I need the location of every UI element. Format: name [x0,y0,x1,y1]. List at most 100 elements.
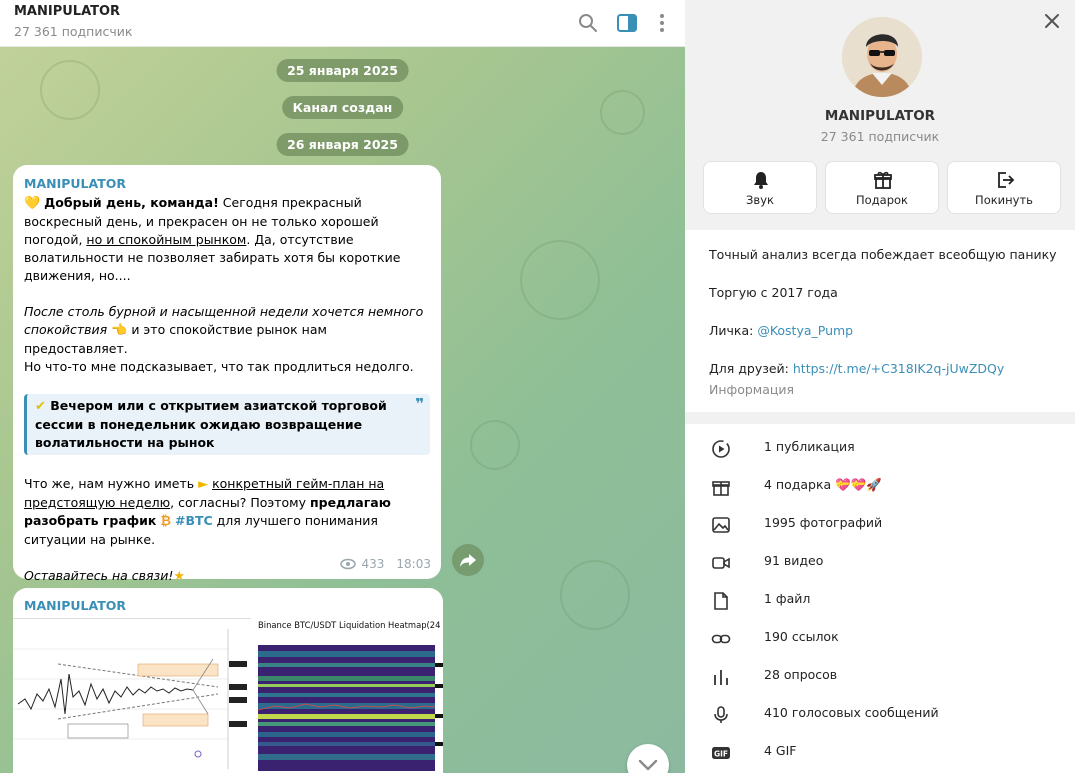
post-underlined-text: но и спокойным рынком [86,232,247,247]
pointing-hand-icon: 👈 [111,323,128,338]
gift-icon [712,481,730,496]
close-icon[interactable] [1043,12,1061,30]
gift-hearts-icon: 💝💝 [835,477,867,492]
leave-button[interactable]: Покинуть [947,161,1061,214]
more-menu-icon[interactable] [650,11,674,35]
post-italic-text: Оставайтесь на связи! [24,568,174,583]
stat-gifts[interactable]: 4 подарка 💝💝🚀 [685,467,1075,505]
about-section: Точный анализ всегда побеждает всеобщую … [685,230,1075,412]
stat-gifs[interactable]: GIF 4 GIF [685,733,1075,771]
stat-label: 190 ссылок [764,629,839,644]
chat-title[interactable]: MANIPULATOR [14,4,120,19]
stat-label: 4 GIF [764,743,797,758]
views-eye-icon [339,558,356,570]
channel-post[interactable]: MANIPULATOR 💛 Добрый день, команда! Сего… [13,165,441,608]
hashtag-link[interactable]: #BTC [175,513,213,528]
arrow-right-icon: ► [198,477,209,492]
stat-publications[interactable]: 1 публикация [685,429,1075,467]
background-doodle [520,240,600,320]
about-caption: Информация [709,382,795,397]
post-text: , согласны? Поэтому [170,495,310,510]
checkmark-icon: ✔ [35,399,46,414]
channel-post-with-images[interactable]: MANIPULATOR Binance BTC/USDT Liquidation… [13,588,443,773]
leave-button-label: Покинуть [975,193,1033,207]
stat-label: 1 публикация [764,439,855,454]
channel-info-pane: MANIPULATOR 27 361 подписчик Звук Подаро… [685,0,1075,773]
about-contact: Личка: @Kostya_Pump [709,323,853,338]
post-time: 18:03 [396,557,431,571]
chevron-down-icon [638,759,658,771]
stat-label: 410 голосовых сообщений [764,705,939,720]
mic-icon [714,706,728,723]
views-count: 433 [361,557,385,571]
video-icon [712,557,730,569]
post-paragraph: После столь бурной и насыщенной недели х… [24,303,430,376]
background-doodle [40,60,100,120]
rocket-icon: 🚀 [866,477,882,492]
forward-button[interactable] [452,544,484,576]
gift-icon [874,171,892,189]
post-quote: ✔ Вечером или с открытием азиатской торг… [24,394,430,455]
publication-icon [712,440,730,458]
contact-link[interactable]: @Kostya_Pump [757,323,853,338]
stat-files[interactable]: 1 файл [685,581,1075,619]
stat-label: 91 видео [764,553,824,568]
price-chart-thumbnail [13,619,251,773]
file-icon [714,592,728,610]
stat-videos[interactable]: 91 видео [685,543,1075,581]
stat-links[interactable]: 190 ссылок [685,619,1075,657]
background-doodle [560,560,630,630]
avatar[interactable] [842,17,922,97]
stat-label: 4 подарка 💝💝🚀 [764,477,882,493]
contact-label: Личка: [709,323,758,338]
quote-mark-icon: ❞ [415,395,424,413]
sidebar-toggle-icon[interactable] [615,11,639,35]
post-text: Но что-то мне подсказывает, что так прод… [24,359,414,374]
post-paragraph: Что же, нам нужно иметь ► конкретный гей… [24,475,430,549]
stat-label: 1 файл [764,591,811,606]
poll-icon [714,670,728,685]
chat-header: MANIPULATOR 27 361 подписчик [0,0,685,47]
channel-subscribers: 27 361 подписчик [820,129,940,144]
link-icon [711,634,731,644]
scroll-down-button[interactable] [627,744,669,773]
avatar-illustration [842,17,922,97]
gift-button-label: Подарок [856,193,908,207]
invite-link[interactable]: https://t.me/+C318IK2q-jUwZDQy [793,361,1004,376]
btc-price-chart-image[interactable] [13,618,251,773]
forward-arrow-icon [460,554,476,567]
search-icon[interactable] [576,11,600,35]
bell-icon [754,172,768,189]
post-paragraph: 💛 Добрый день, команда! Сегодня прекрасн… [24,194,430,285]
star-icon: ★ [173,569,185,584]
post-author[interactable]: MANIPULATOR [24,598,126,613]
stat-label-text: 4 подарка [764,477,832,492]
sound-button-label: Звук [746,193,774,207]
yellow-heart-icon: 💛 [24,196,41,211]
post-text: Что же, нам нужно иметь [24,476,199,491]
stat-polls[interactable]: 28 опросов [685,657,1075,695]
service-message: Канал создан [281,96,404,119]
stat-label: 28 опросов [764,667,838,682]
channel-name: MANIPULATOR [824,108,936,124]
post-meta: 433 18:03 [339,555,431,573]
about-friends: Для друзей: https://t.me/+C318IK2q-jUwZD… [709,361,1004,376]
stat-photos[interactable]: 1995 фотографий [685,505,1075,543]
svg-text:GIF: GIF [714,750,728,759]
background-doodle [470,420,520,470]
stat-voice[interactable]: 410 голосовых сообщений [685,695,1075,733]
media-stats-list: 1 публикация 4 подарка 💝💝🚀 1995 фотограф… [685,424,1075,773]
gift-button[interactable]: Подарок [825,161,939,214]
about-since: Торгую с 2017 года [709,285,838,300]
date-separator: 26 января 2025 [276,133,409,156]
leave-icon [998,172,1015,188]
liquidation-heatmap-image[interactable]: Binance BTC/USDT Liquidation Heatmap(24 … [255,618,443,773]
post-author[interactable]: MANIPULATOR [24,175,430,193]
background-doodle [600,90,645,135]
chat-subscribers: 27 361 подписчик [14,24,133,39]
photo-icon [712,517,730,533]
sound-button[interactable]: Звук [703,161,817,214]
heatmap-thumbnail [257,645,443,771]
friends-label: Для друзей: [709,361,793,376]
date-separator: 25 января 2025 [276,59,409,82]
